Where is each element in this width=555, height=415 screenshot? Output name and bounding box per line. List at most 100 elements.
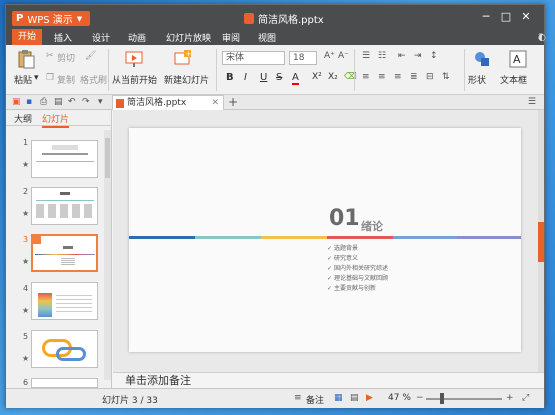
minimize-icon[interactable]: ─	[476, 9, 496, 25]
chevron-down-icon[interactable]: ▾	[98, 97, 103, 107]
font-name-select[interactable]: 宋体	[222, 51, 285, 65]
justify-icon[interactable]: ≣	[410, 72, 418, 82]
scrollbar-thumb[interactable]	[538, 222, 544, 262]
title-bar-segment	[393, 236, 457, 239]
document-tab[interactable]: 简洁风格.pptx ✕	[112, 95, 224, 110]
document-icon	[244, 13, 254, 24]
tab-home[interactable]: 开始	[12, 29, 43, 45]
decrease-indent-icon[interactable]: ⇤	[398, 51, 406, 61]
app-menu-button[interactable]: P WPS 演示 ▼	[12, 11, 90, 26]
tab-menu-icon[interactable]: ☰	[528, 97, 536, 107]
maximize-icon[interactable]: □	[496, 9, 516, 25]
open-folder-icon[interactable]: ▣	[12, 97, 21, 107]
check-icon: ✓	[327, 275, 334, 282]
redo-icon[interactable]: ↷	[82, 97, 90, 107]
undo-icon[interactable]: ↶	[68, 97, 76, 107]
fit-window-icon[interactable]: ⤢	[522, 393, 529, 403]
chevron-up-icon[interactable]: ⌃	[538, 33, 546, 43]
cut-button[interactable]: 剪切	[57, 51, 75, 64]
sorter-view-icon[interactable]: ▤	[350, 393, 359, 403]
status-bar: 幻灯片 3 / 33 ≡ 备注 ▦ ▤ ▶ 47 % − + ⤢	[6, 388, 544, 408]
print-icon[interactable]: ⎙	[40, 97, 47, 107]
chevron-down-icon[interactable]: ▾	[34, 73, 39, 83]
numbered-list-icon[interactable]: ☷	[378, 51, 386, 61]
font-color-button[interactable]: A	[292, 72, 299, 85]
thumb-title	[60, 192, 70, 195]
bullet-list: ✓ 选题背景 ✓ 研究意义 ✓ 国内外相关研究综述 ✓ 理论基础与文献回顾 ✓ …	[327, 244, 388, 294]
tab-slideshow[interactable]: 幻灯片放映	[166, 31, 211, 44]
scrollbar-thumb[interactable]	[105, 138, 110, 178]
shape-button[interactable]: 形状	[468, 73, 486, 86]
tab-design[interactable]: 设计	[92, 31, 110, 44]
close-tab-icon[interactable]: ✕	[211, 96, 219, 110]
slide-thumbnail[interactable]	[31, 330, 98, 368]
shapes-icon[interactable]	[472, 49, 492, 69]
align-left-icon[interactable]: ≡	[362, 72, 370, 82]
copy-button[interactable]: 复制	[57, 73, 75, 86]
animation-star-icon: ★	[22, 306, 30, 315]
canvas-scrollbar[interactable]	[538, 110, 544, 372]
list-item: ✓ 理论基础与文献回顾	[327, 275, 388, 282]
zoom-slider-handle[interactable]	[440, 393, 444, 404]
new-slide-button[interactable]: 新建幻灯片	[164, 73, 209, 86]
tab-outline[interactable]: 大纲	[14, 112, 32, 125]
subscript-button[interactable]: X₂	[328, 72, 338, 82]
slide-thumbnail[interactable]	[31, 140, 98, 178]
slideshow-icon[interactable]: ▶	[366, 393, 373, 403]
italic-button[interactable]: I	[244, 72, 247, 83]
new-tab-icon[interactable]: +	[228, 95, 238, 109]
shrink-font-icon[interactable]: A⁻	[338, 51, 349, 61]
slide-thumbnail[interactable]	[31, 187, 98, 225]
line-spacing-icon[interactable]: ↕	[430, 51, 438, 61]
zoom-in-icon[interactable]: +	[506, 393, 514, 403]
slide-thumbnail[interactable]	[31, 378, 98, 388]
notes-icon[interactable]: ≡	[294, 393, 302, 403]
zoom-slider[interactable]	[426, 398, 502, 400]
preview-icon[interactable]: ▤	[54, 97, 63, 107]
text-direction-icon[interactable]: ⇅	[442, 72, 450, 82]
font-size-select[interactable]: 18	[289, 51, 317, 65]
from-current-button[interactable]: 从当前开始	[112, 73, 157, 86]
notes-pane[interactable]: 单击添加备注	[113, 372, 544, 388]
tab-insert[interactable]: 插入	[54, 31, 72, 44]
thumb-graphic	[56, 347, 86, 361]
tab-review[interactable]: 审阅	[222, 31, 240, 44]
save-icon[interactable]: ▪	[26, 97, 32, 107]
slide-thumbnail[interactable]	[31, 282, 98, 320]
app-label: WPS 演示	[27, 15, 73, 26]
align-right-icon[interactable]: ≡	[394, 72, 402, 82]
title-bar: P WPS 演示 ▼ 简洁风格.pptx ─ □ ✕	[6, 5, 544, 29]
underline-button[interactable]: U	[260, 72, 267, 83]
panel-scrollbar[interactable]	[104, 130, 111, 380]
grow-font-icon[interactable]: A⁺	[324, 51, 335, 61]
thumb-line	[36, 200, 94, 201]
superscript-button[interactable]: X²	[312, 72, 322, 82]
textbox-icon[interactable]: A	[508, 49, 528, 69]
ribbon-separator	[464, 49, 465, 91]
normal-view-icon[interactable]: ▦	[334, 393, 343, 403]
tab-view[interactable]: 视图	[258, 31, 276, 44]
textbox-button[interactable]: 文本框	[500, 73, 527, 86]
tab-animation[interactable]: 动画	[128, 31, 146, 44]
new-slide-icon[interactable]: +	[172, 49, 192, 69]
slide-thumbnail[interactable]	[31, 234, 98, 272]
paste-button[interactable]: 粘贴	[14, 73, 32, 86]
thumb-title	[42, 153, 88, 155]
format-painter-button[interactable]: 格式刷	[80, 73, 107, 86]
paste-icon[interactable]	[16, 49, 36, 69]
bullet-list-icon[interactable]: ☰	[362, 51, 370, 61]
increase-indent-icon[interactable]: ⇥	[414, 51, 422, 61]
distribute-icon[interactable]: ⊟	[426, 72, 434, 82]
tab-slides[interactable]: 幻灯片	[42, 112, 70, 128]
slide-counter: 幻灯片 3 / 33	[102, 396, 158, 406]
close-icon[interactable]: ✕	[516, 9, 536, 25]
bold-button[interactable]: B	[226, 72, 234, 83]
list-item: ✓ 主要贡献与创新	[327, 285, 376, 292]
strike-button[interactable]: S	[276, 72, 282, 83]
svg-text:A: A	[513, 53, 521, 66]
notes-toggle[interactable]: 备注	[306, 393, 324, 406]
align-center-icon[interactable]: ≡	[378, 72, 386, 82]
zoom-out-icon[interactable]: −	[416, 393, 424, 403]
slide-canvas[interactable]: 01 绪论 ✓ 选题背景 ✓ 研究意义 ✓ 国内外相关研究综述 ✓ 理论基础与文…	[129, 128, 521, 352]
play-from-current-icon[interactable]	[124, 49, 144, 69]
